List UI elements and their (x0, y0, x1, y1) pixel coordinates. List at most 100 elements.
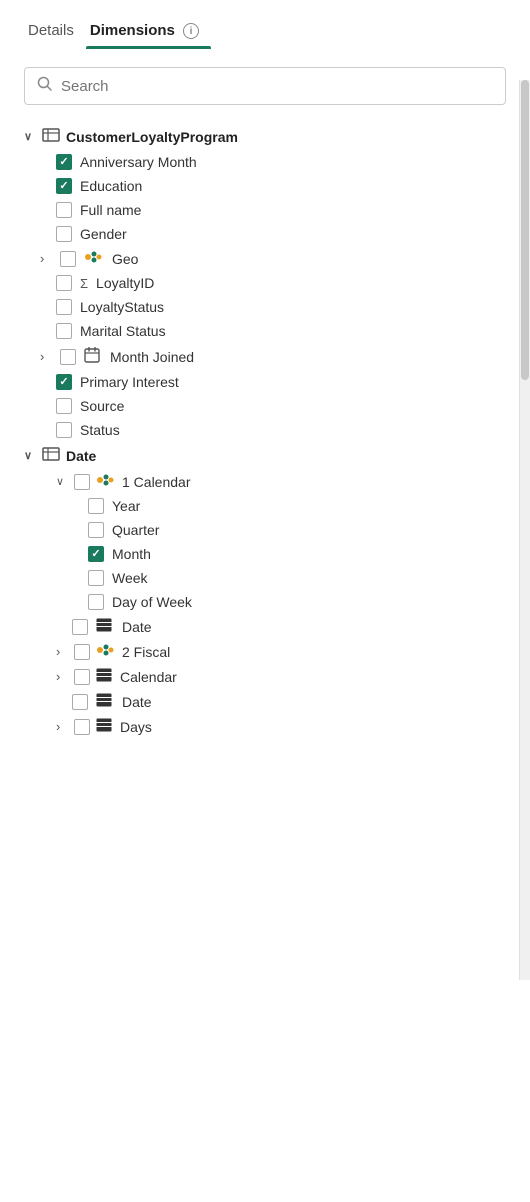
tree-area: ∨ CustomerLoyaltyProgram Anniversary Mon… (0, 123, 530, 739)
table-lines-date-icon (96, 618, 112, 635)
label-anniversary-month: Anniversary Month (80, 154, 197, 170)
item-year[interactable]: Year (0, 494, 526, 518)
checkbox-gender[interactable] (56, 226, 72, 242)
item-gender[interactable]: Gender (0, 222, 526, 246)
checkbox-day-of-week[interactable] (88, 594, 104, 610)
table-date-icon (42, 447, 60, 464)
chevron-right-geo-icon: › (40, 251, 52, 266)
item-date-field[interactable]: Date (0, 614, 526, 639)
label-gender: Gender (80, 226, 127, 242)
subgroup-days[interactable]: › Days (0, 714, 526, 739)
checkbox-2-fiscal[interactable] (74, 644, 90, 660)
checkbox-status[interactable] (56, 422, 72, 438)
chevron-right-calendar-icon: › (56, 669, 68, 684)
chevron-right-days-icon: › (56, 719, 68, 734)
checkbox-month[interactable] (88, 546, 104, 562)
label-quarter: Quarter (112, 522, 159, 538)
group-header-customer-loyalty[interactable]: ∨ CustomerLoyaltyProgram (0, 123, 526, 150)
checkbox-calendar[interactable] (74, 669, 90, 685)
checkbox-quarter[interactable] (88, 522, 104, 538)
hierarchy-geo-icon (84, 250, 102, 267)
label-source: Source (80, 398, 124, 414)
checkbox-education[interactable] (56, 178, 72, 194)
label-geo: Geo (112, 251, 138, 267)
item-status[interactable]: Status (0, 418, 526, 442)
checkbox-loyaltyid[interactable] (56, 275, 72, 291)
checkbox-full-name[interactable] (56, 202, 72, 218)
item-month[interactable]: Month (0, 542, 526, 566)
section-customer-loyalty: ∨ CustomerLoyaltyProgram Anniversary Mon… (0, 123, 526, 442)
chevron-right-2fiscal-icon: › (56, 644, 68, 659)
item-education[interactable]: Education (0, 174, 526, 198)
item-marital-status[interactable]: Marital Status (0, 319, 526, 343)
label-marital-status: Marital Status (80, 323, 166, 339)
checkbox-week[interactable] (88, 570, 104, 586)
item-date-field2[interactable]: Date (0, 689, 526, 714)
chevron-right-month-joined-icon: › (40, 349, 52, 364)
label-date-field2: Date (122, 694, 152, 710)
group-label-customer-loyalty: CustomerLoyaltyProgram (66, 129, 238, 145)
label-1-calendar: 1 Calendar (122, 474, 191, 490)
calendar-icon (84, 347, 100, 366)
label-loyaltyid: LoyaltyID (96, 275, 154, 291)
chevron-down-1calendar-icon: ∨ (56, 475, 68, 488)
hierarchy-2fiscal-icon (96, 643, 114, 660)
tab-details[interactable]: Details (24, 16, 86, 49)
checkbox-date-field2[interactable] (72, 694, 88, 710)
group-header-date[interactable]: ∨ Date (0, 442, 526, 469)
hierarchy-1calendar-icon (96, 473, 114, 490)
tabs: Details Dimensions i (0, 16, 530, 49)
checkbox-date-field[interactable] (72, 619, 88, 635)
item-geo[interactable]: › Geo (0, 246, 526, 271)
checkbox-anniversary-month[interactable] (56, 154, 72, 170)
subgroup-2-fiscal[interactable]: › 2 Fiscal (0, 639, 526, 664)
item-week[interactable]: Week (0, 566, 526, 590)
item-quarter[interactable]: Quarter (0, 518, 526, 542)
checkbox-month-joined[interactable] (60, 349, 76, 365)
item-full-name[interactable]: Full name (0, 198, 526, 222)
item-day-of-week[interactable]: Day of Week (0, 590, 526, 614)
checkbox-1-calendar[interactable] (74, 474, 90, 490)
checkbox-marital-status[interactable] (56, 323, 72, 339)
group-label-date: Date (66, 448, 96, 464)
chevron-down-date-icon: ∨ (24, 449, 36, 462)
label-status: Status (80, 422, 120, 438)
label-week: Week (112, 570, 148, 586)
panel: Details Dimensions i ∨ (0, 0, 530, 1202)
label-month-joined: Month Joined (110, 349, 194, 365)
label-day-of-week: Day of Week (112, 594, 192, 610)
table-icon (42, 128, 60, 145)
dimensions-info-icon: i (183, 23, 199, 39)
checkbox-source[interactable] (56, 398, 72, 414)
label-loyaltystatus: LoyaltyStatus (80, 299, 164, 315)
item-source[interactable]: Source (0, 394, 526, 418)
label-full-name: Full name (80, 202, 141, 218)
item-month-joined[interactable]: › Month Joined (0, 343, 526, 370)
checkbox-year[interactable] (88, 498, 104, 514)
subgroup-1-calendar[interactable]: ∨ 1 Calendar (0, 469, 526, 494)
item-anniversary-month[interactable]: Anniversary Month (0, 150, 526, 174)
checkbox-days[interactable] (74, 719, 90, 735)
item-loyaltyid[interactable]: Σ LoyaltyID (0, 271, 526, 295)
label-days: Days (120, 719, 152, 735)
sigma-icon: Σ (80, 276, 88, 291)
item-primary-interest[interactable]: Primary Interest (0, 370, 526, 394)
item-loyaltystatus[interactable]: LoyaltyStatus (0, 295, 526, 319)
label-date-field: Date (122, 619, 152, 635)
checkbox-geo[interactable] (60, 251, 76, 267)
table-lines-days-icon (96, 718, 112, 735)
section-date: ∨ Date ∨ (0, 442, 526, 739)
label-month: Month (112, 546, 151, 562)
label-2-fiscal: 2 Fiscal (122, 644, 170, 660)
search-input[interactable] (61, 78, 493, 95)
subgroup-calendar[interactable]: › Calendar (0, 664, 526, 689)
table-lines-calendar-icon (96, 668, 112, 685)
checkbox-loyaltystatus[interactable] (56, 299, 72, 315)
label-year: Year (112, 498, 140, 514)
search-container (24, 67, 506, 105)
search-icon (37, 76, 53, 96)
tab-dimensions[interactable]: Dimensions i (86, 16, 211, 49)
chevron-down-icon: ∨ (24, 130, 36, 143)
label-education: Education (80, 178, 142, 194)
checkbox-primary-interest[interactable] (56, 374, 72, 390)
